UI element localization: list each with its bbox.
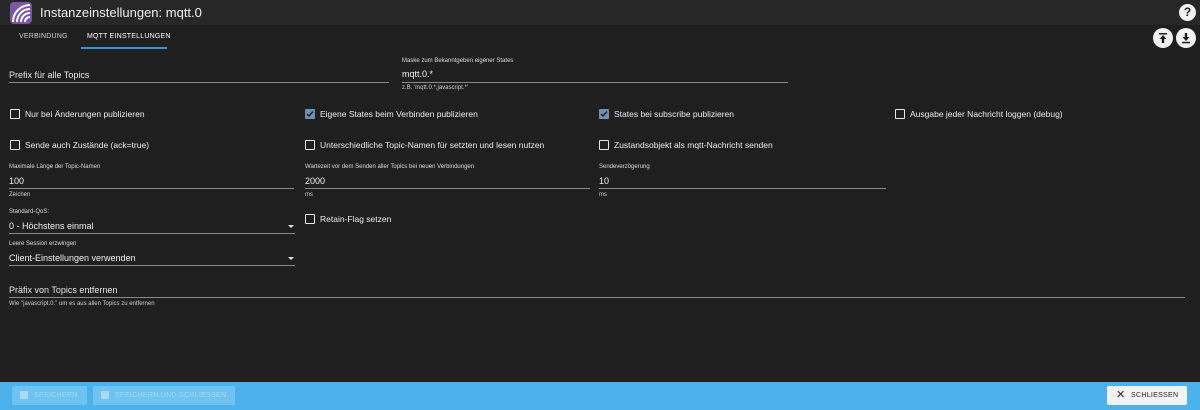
checkbox-box[interactable] bbox=[10, 109, 20, 119]
checkbox-label: Unterschiedliche Topic-Namen für setzten… bbox=[320, 140, 545, 150]
checkbox-box[interactable] bbox=[599, 140, 609, 150]
maxlen-field[interactable]: Maximale Länge der Topic-Namen 100 Zeich… bbox=[9, 164, 294, 202]
download-icon bbox=[1182, 33, 1190, 44]
window-title: Instanzeinstellungen: mqtt.0 bbox=[40, 5, 202, 20]
wait-input[interactable]: 2000 bbox=[305, 176, 325, 186]
checkbox-box[interactable] bbox=[305, 140, 315, 150]
checkbox-label: Zustandsobjekt als mqtt-Nachricht senden bbox=[614, 140, 773, 150]
checkbox-box-checked[interactable] bbox=[599, 109, 609, 119]
checkbox-box[interactable] bbox=[10, 140, 20, 150]
wait-field[interactable]: Wartezeit vor dem Senden aller Topics be… bbox=[305, 164, 590, 202]
maxlen-label: Maximale Länge der Topic-Namen bbox=[9, 164, 101, 170]
save-button[interactable]: SPEICHERN bbox=[12, 386, 87, 405]
remove-prefix-helper: Wie "javascript.0." um es aus allen Topi… bbox=[9, 301, 155, 307]
prefix-field[interactable]: Prefix für alle Topics bbox=[9, 68, 389, 84]
delay-helper: ms bbox=[599, 192, 607, 198]
tab-mqtt-einstellungen[interactable]: MQTT EINSTELLUNGEN bbox=[87, 33, 171, 40]
save-icon bbox=[101, 391, 109, 399]
chevron-down-icon[interactable] bbox=[288, 225, 294, 228]
delay-input[interactable]: 10 bbox=[599, 176, 609, 186]
checkbox-label: Retain-Flag setzen bbox=[320, 214, 392, 224]
checkbox-box-checked[interactable] bbox=[305, 109, 315, 119]
mask-label: Maske zum Bekanntgeben eigener States bbox=[402, 58, 514, 64]
prefix-label: Prefix für alle Topics bbox=[9, 70, 90, 80]
help-button[interactable]: ? bbox=[1179, 4, 1196, 21]
qos-select[interactable]: Standard-QoS: 0 - Höchstens einmal bbox=[9, 209, 295, 235]
checkbox-label: States bei subscribe publizieren bbox=[614, 109, 735, 119]
mask-field[interactable]: Maske zum Bekanntgeben eigener States mq… bbox=[402, 58, 788, 96]
checkmark-icon bbox=[600, 111, 608, 118]
checkbox-box[interactable] bbox=[305, 214, 315, 224]
checkbox-label: Ausgabe jeder Nachricht loggen (debug) bbox=[910, 109, 1063, 119]
delay-label: Sendeverzögerung bbox=[599, 164, 650, 170]
delay-field[interactable]: Sendeverzögerung 10 ms bbox=[599, 164, 886, 202]
upload-settings-button[interactable] bbox=[1153, 28, 1173, 48]
tab-bar: VERBINDUNG MQTT EINSTELLUNGEN bbox=[0, 25, 1200, 51]
maxlen-helper: Zeichen bbox=[9, 192, 31, 198]
session-label: Leere Session erzwingen bbox=[9, 241, 77, 247]
qos-label: Standard-QoS: bbox=[9, 209, 50, 215]
checkmark-icon bbox=[306, 111, 314, 118]
chevron-down-icon[interactable] bbox=[288, 257, 294, 260]
mask-helper: z.B. 'mqtt.0.*,javascript.*' bbox=[402, 85, 468, 91]
close-icon: ✕ bbox=[1116, 389, 1126, 401]
wait-label: Wartezeit vor dem Senden aller Topics be… bbox=[305, 164, 475, 170]
save-icon bbox=[20, 391, 28, 399]
checkbox-label: Nur bei Änderungen publizieren bbox=[25, 109, 145, 119]
qos-value[interactable]: 0 - Höchstens einmal bbox=[9, 221, 94, 231]
active-tab-indicator bbox=[81, 47, 167, 49]
footer-bar: SPEICHERN SPEICHERN UND SCHLIESSEN ✕ SCH… bbox=[0, 382, 1200, 410]
remove-prefix-label: Präfix von Topics entfernen bbox=[9, 285, 118, 295]
title-bar: Instanzeinstellungen: mqtt.0 ? bbox=[0, 0, 1200, 25]
close-button[interactable]: ✕ SCHLIESSEN bbox=[1107, 386, 1187, 405]
checkbox-label: Sende auch Zustände (ack=true) bbox=[25, 140, 150, 150]
checkbox-box[interactable] bbox=[895, 109, 905, 119]
save-and-close-button[interactable]: SPEICHERN UND SCHLIESSEN bbox=[93, 386, 235, 405]
session-value[interactable]: Client-Einstellungen verwenden bbox=[9, 253, 136, 263]
mask-input[interactable]: mqtt.0.* bbox=[402, 69, 433, 79]
app-logo-icon bbox=[10, 2, 32, 24]
maxlen-input[interactable]: 100 bbox=[9, 176, 24, 186]
upload-icon bbox=[1159, 33, 1167, 43]
tab-verbindung[interactable]: VERBINDUNG bbox=[19, 33, 68, 40]
checkbox-label: Eigene States beim Verbinden publizieren bbox=[320, 109, 478, 119]
download-settings-button[interactable] bbox=[1176, 28, 1196, 48]
wait-helper: ms bbox=[305, 192, 313, 198]
session-select[interactable]: Leere Session erzwingen Client-Einstellu… bbox=[9, 241, 295, 267]
remove-prefix-field[interactable]: Präfix von Topics entfernen Wie "javascr… bbox=[9, 285, 1185, 311]
